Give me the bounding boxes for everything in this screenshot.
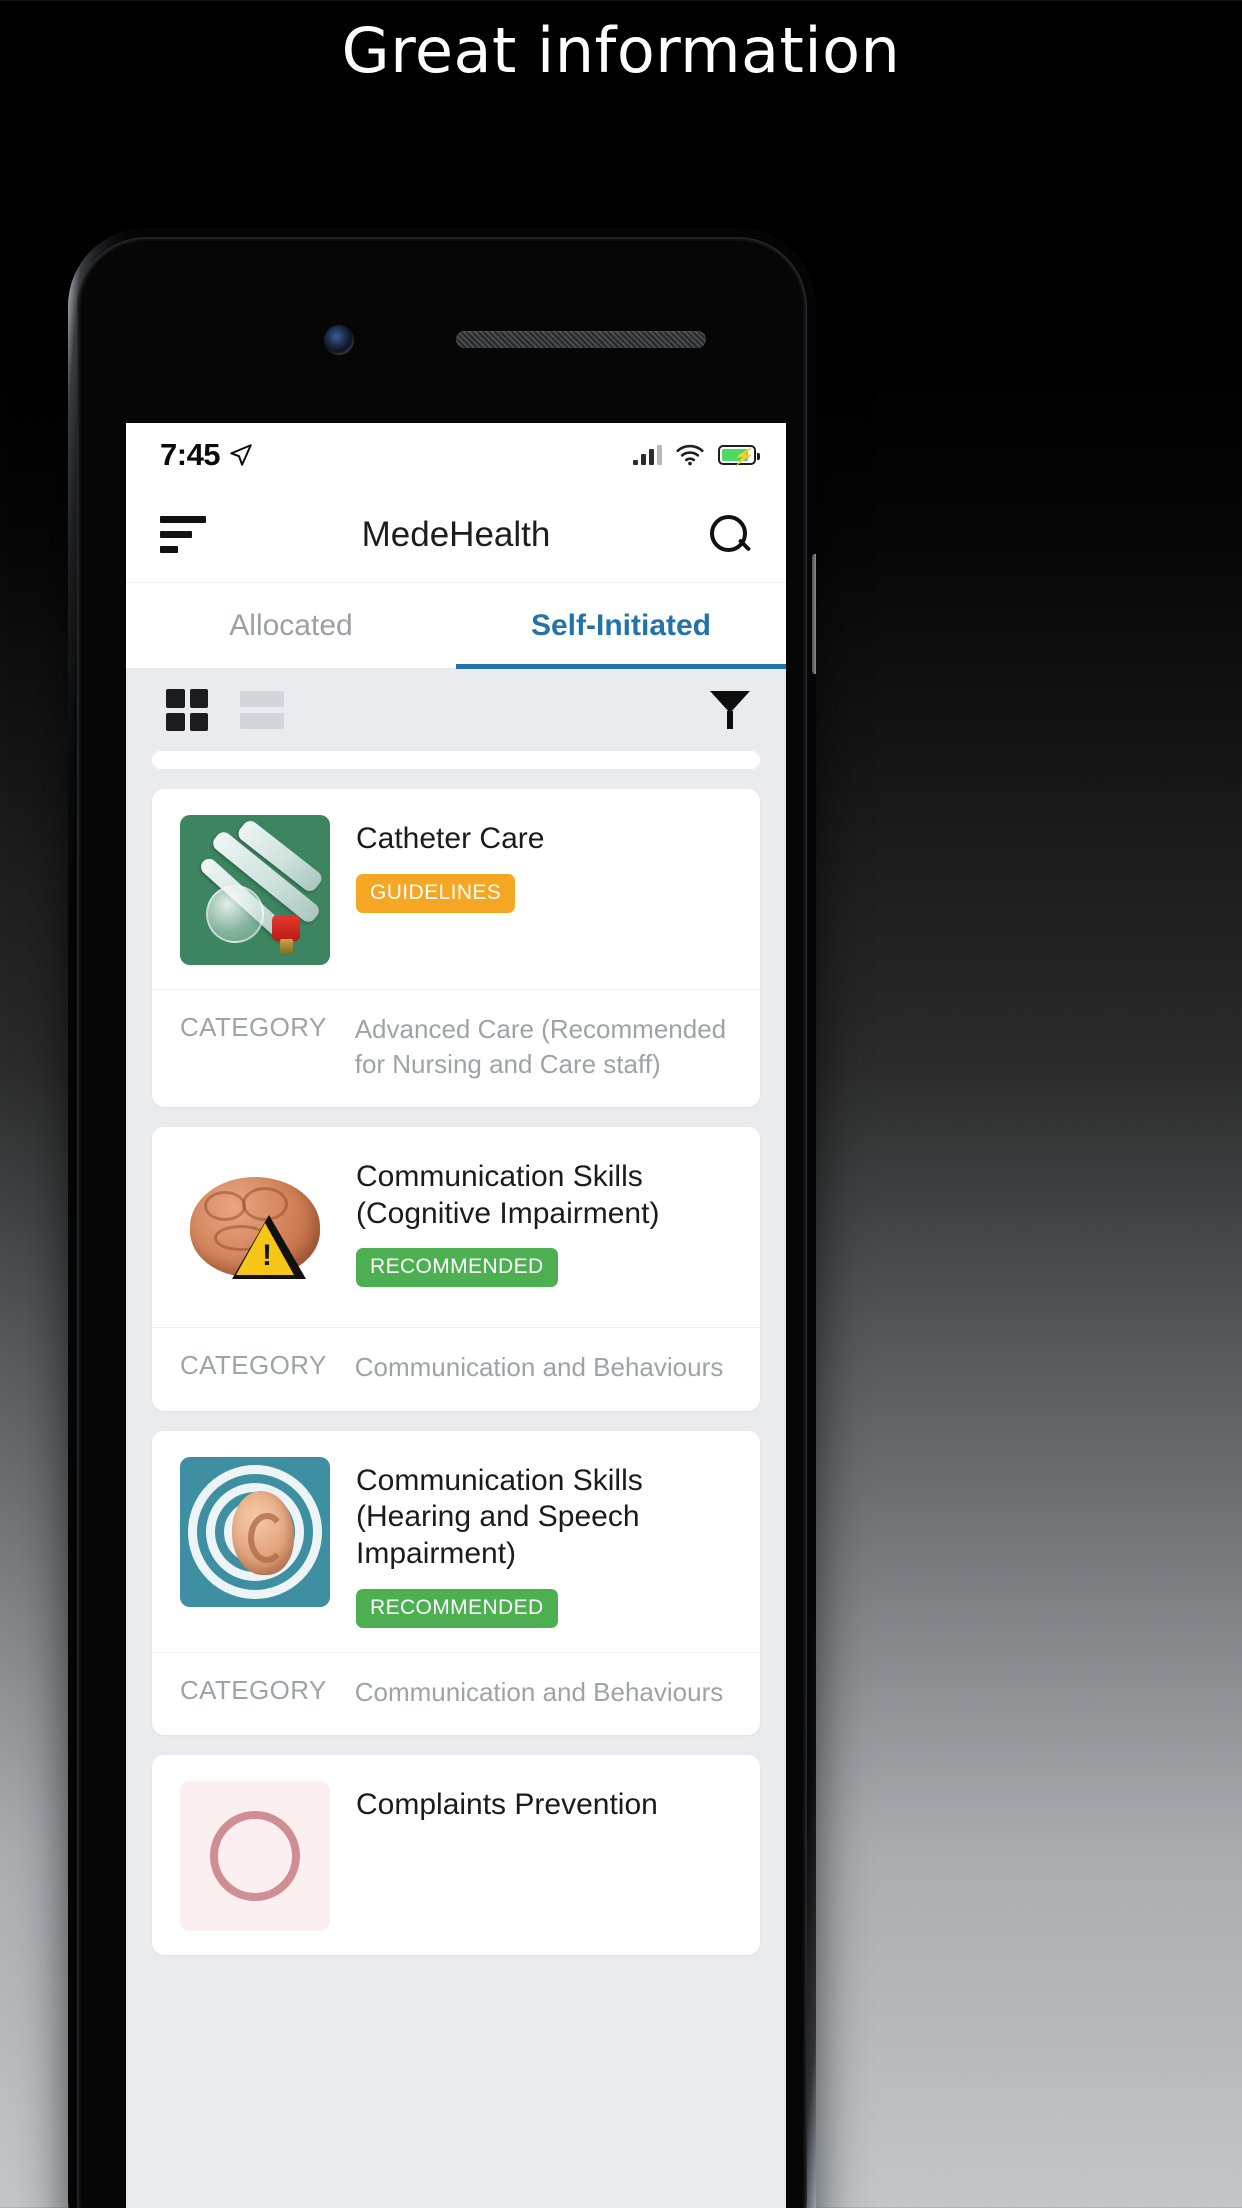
tab-allocated[interactable]: Allocated	[126, 583, 456, 668]
status-badge: GUIDELINES	[356, 873, 516, 913]
list-item[interactable]: Complaints Prevention	[152, 1755, 760, 1956]
phone-screen: 7:45 ⚡ MedeHealth Allocated Self-Initiat…	[126, 423, 786, 2208]
view-toolbar	[126, 669, 786, 751]
status-time: 7:45	[160, 437, 221, 472]
view-mode-group	[166, 689, 284, 731]
power-button[interactable]	[812, 554, 816, 674]
search-icon[interactable]	[708, 513, 752, 557]
location-arrow-icon	[230, 444, 252, 466]
wifi-icon	[676, 444, 704, 466]
status-bar-left: 7:45	[160, 437, 254, 473]
battery-charging-icon: ⚡	[718, 445, 760, 466]
card-title: Communication Skills (Hearing and Speech…	[356, 1463, 643, 1570]
list-item[interactable]: ! Communication Skills (Cognitive Impair…	[152, 1127, 760, 1411]
app-bar: MedeHealth	[126, 487, 786, 583]
card-category-row: CATEGORY Advanced Care (Recommended for …	[152, 989, 760, 1107]
course-list[interactable]: Catheter Care GUIDELINES CATEGORY Advanc…	[126, 751, 786, 2208]
card-title: Complaints Prevention	[356, 1788, 658, 1822]
ear-soundwaves-image	[180, 1456, 330, 1607]
phone-face: 7:45 ⚡ MedeHealth Allocated Self-Initiat…	[81, 241, 803, 2208]
brain-warning-image: !	[180, 1153, 330, 1304]
category-label: CATEGORY	[180, 1350, 327, 1381]
list-item[interactable]: Catheter Care GUIDELINES CATEGORY Advanc…	[152, 789, 760, 1108]
status-badge: RECOMMENDED	[356, 1588, 558, 1628]
status-bar: 7:45 ⚡	[126, 423, 786, 487]
category-value: Communication and Behaviours	[354, 1676, 724, 1707]
card-category-row: CATEGORY Communication and Behaviours	[152, 1327, 760, 1411]
status-badge: RECOMMENDED	[356, 1248, 558, 1288]
earpiece-speaker	[456, 331, 706, 348]
status-bar-right: ⚡	[633, 444, 760, 466]
card-meta: Catheter Care GUIDELINES	[356, 815, 732, 965]
card-header: Communication Skills (Hearing and Speech…	[152, 1431, 760, 1652]
phone-inner-bezel: 7:45 ⚡ MedeHealth Allocated Self-Initiat…	[77, 237, 807, 2208]
phone-device-frame: 7:45 ⚡ MedeHealth Allocated Self-Initiat…	[68, 228, 816, 2208]
tab-bar: Allocated Self-Initiated	[126, 583, 786, 669]
catheter-tubes-image	[180, 815, 330, 965]
promo-headline: Great information	[341, 14, 901, 87]
card-title: Communication Skills (Cognitive Impairme…	[356, 1160, 660, 1230]
category-value: Communication and Behaviours	[354, 1352, 724, 1383]
complaints-image	[180, 1781, 330, 1932]
card-header: Complaints Prevention	[152, 1755, 760, 1955]
list-item[interactable]: Communication Skills (Hearing and Speech…	[152, 1430, 760, 1736]
list-view-icon[interactable]	[240, 691, 284, 729]
card-meta: Complaints Prevention	[356, 1781, 732, 1931]
card-category-row: CATEGORY Communication and Behaviours	[152, 1651, 760, 1736]
category-label: CATEGORY	[180, 1674, 327, 1705]
hamburger-menu-icon[interactable]	[160, 516, 206, 553]
cellular-signal-icon	[633, 445, 662, 465]
front-camera-icon	[324, 325, 354, 355]
card-meta: Communication Skills (Hearing and Speech…	[356, 1457, 732, 1628]
card-meta: Communication Skills (Cognitive Impairme…	[356, 1153, 732, 1303]
tab-self-initiated[interactable]: Self-Initiated	[456, 583, 786, 669]
filter-icon[interactable]	[710, 691, 750, 729]
page-title: MedeHealth	[361, 514, 551, 554]
card-partial-top	[152, 751, 760, 769]
card-title: Catheter Care	[356, 822, 545, 855]
category-label: CATEGORY	[180, 1012, 327, 1042]
grid-view-icon[interactable]	[166, 689, 208, 731]
category-value: Advanced Care (Recommended for Nursing a…	[354, 1014, 727, 1079]
card-header: Catheter Care GUIDELINES	[152, 789, 760, 989]
card-header: ! Communication Skills (Cognitive Impair…	[152, 1127, 760, 1327]
